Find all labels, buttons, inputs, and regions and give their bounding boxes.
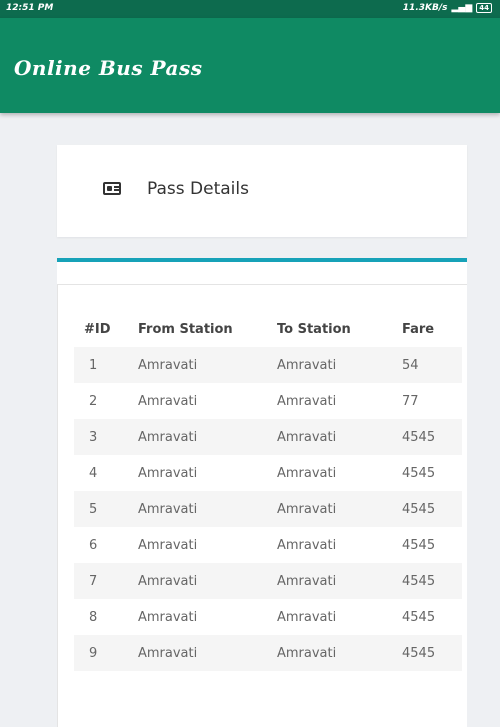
- cell-id: 1: [74, 347, 138, 383]
- pass-table-card: #ID From Station To Station Fare 1 Amrav…: [57, 258, 467, 727]
- cell-id: 9: [74, 635, 138, 671]
- header-id: #ID: [84, 321, 111, 337]
- table-header-row: #ID From Station To Station Fare: [74, 311, 462, 347]
- cell-fare: 4545: [402, 419, 462, 455]
- battery-icon: 44: [476, 3, 492, 13]
- table-row: 7 Amravati Amravati 4545: [74, 563, 462, 599]
- cell-from: Amravati: [138, 635, 277, 671]
- status-time: 12:51 PM: [6, 3, 54, 13]
- cell-id: 3: [74, 419, 138, 455]
- table-row: 5 Amravati Amravati 4545: [74, 491, 462, 527]
- cell-from: Amravati: [138, 537, 198, 553]
- id-card-icon: [103, 182, 121, 195]
- cell-from: Amravati: [138, 465, 198, 481]
- cell-fare: 4545: [402, 563, 462, 599]
- cell-id: 4: [89, 465, 98, 481]
- cell-from: Amravati: [138, 347, 277, 383]
- header-to-station: To Station: [277, 321, 351, 337]
- table-row: 4 Amravati Amravati 4545: [74, 455, 462, 491]
- cell-from: Amravati: [138, 609, 198, 625]
- pass-details-title: Pass Details: [147, 179, 249, 199]
- table-row: 6 Amravati Amravati 4545: [74, 527, 462, 563]
- table-row: 3 Amravati Amravati 4545: [74, 419, 462, 455]
- pass-table: #ID From Station To Station Fare 1 Amrav…: [74, 311, 462, 671]
- status-indicators: 11.3KB/s ▂▄▆ 44: [403, 3, 492, 13]
- table-row: 9 Amravati Amravati 4545: [74, 635, 462, 671]
- cell-id: 7: [74, 563, 138, 599]
- network-speed: 11.3KB/s: [402, 3, 448, 13]
- cell-from: Amravati: [138, 563, 277, 599]
- table-row: 2 Amravati Amravati 77: [74, 383, 462, 419]
- cell-from: Amravati: [138, 393, 198, 409]
- cell-to: Amravati: [277, 537, 337, 553]
- app-title: Online Bus Pass: [14, 56, 203, 80]
- table-container[interactable]: #ID From Station To Station Fare 1 Amrav…: [57, 284, 467, 727]
- table-accent-bar: [57, 258, 467, 262]
- table-row: 8 Amravati Amravati 4545: [74, 599, 462, 635]
- cell-id: 6: [89, 537, 98, 553]
- cell-to: Amravati: [277, 491, 402, 527]
- cell-fare: 4545: [402, 537, 436, 553]
- cell-to: Amravati: [277, 609, 337, 625]
- cell-to: Amravati: [277, 465, 337, 481]
- cell-fare: 54: [402, 347, 462, 383]
- cell-to: Amravati: [277, 347, 402, 383]
- cell-to: Amravati: [277, 563, 402, 599]
- cell-to: Amravati: [277, 393, 337, 409]
- cell-fare: 77: [402, 393, 419, 409]
- app-bar: Online Bus Pass: [0, 18, 500, 113]
- cell-id: 2: [89, 393, 98, 409]
- cell-fare: 4545: [402, 609, 436, 625]
- pass-details-card: Pass Details: [57, 145, 467, 237]
- cell-fare: 4545: [402, 465, 436, 481]
- cell-from: Amravati: [138, 491, 277, 527]
- cell-id: 5: [74, 491, 138, 527]
- cell-fare: 4545: [402, 491, 462, 527]
- cell-fare: 4545: [402, 635, 462, 671]
- cell-to: Amravati: [277, 635, 402, 671]
- cell-id: 8: [89, 609, 98, 625]
- header-from-station: From Station: [138, 321, 233, 337]
- header-fare: Fare: [402, 321, 435, 337]
- status-bar: 12:51 PM 11.3KB/s ▂▄▆ 44: [0, 0, 500, 18]
- cell-to: Amravati: [277, 419, 402, 455]
- table-row: 1 Amravati Amravati 54: [74, 347, 462, 383]
- signal-icon: ▂▄▆: [451, 3, 473, 13]
- cell-from: Amravati: [138, 419, 277, 455]
